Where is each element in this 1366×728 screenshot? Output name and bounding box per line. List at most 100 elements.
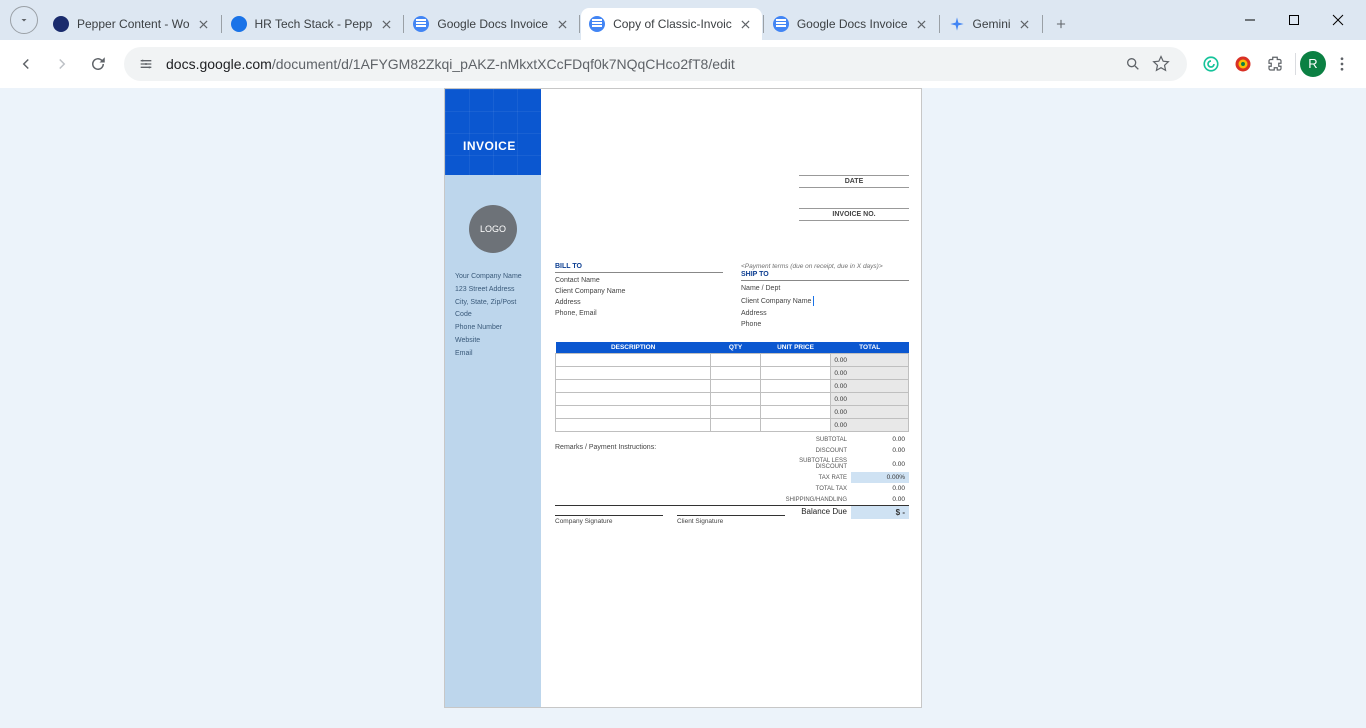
tab-title: Google Docs Invoice xyxy=(797,17,908,31)
tab-strip: Pepper Content - Wo HR Tech Stack - Pepp… xyxy=(0,0,1366,40)
bill-address: Address xyxy=(555,299,723,306)
totaltax-label: TOTAL TAX xyxy=(773,484,851,494)
payment-terms: <Payment terms (due on receipt, due in X… xyxy=(741,263,909,270)
table-row[interactable]: 0.00 xyxy=(556,393,909,406)
tab-copy-classic-invoice[interactable]: Copy of Classic-Invoic xyxy=(581,8,762,40)
tab-pepper-content[interactable]: Pepper Content - Wo xyxy=(45,8,220,40)
close-icon[interactable] xyxy=(738,16,754,32)
shipping-label: SHIPPING/HANDLING xyxy=(773,495,851,505)
subtotal-value: 0.00 xyxy=(851,434,909,445)
subless-label: SUBTOTAL LESS DISCOUNT xyxy=(773,456,851,472)
ship-name: Name / Dept xyxy=(741,285,909,292)
company-name: Your Company Name xyxy=(455,271,531,282)
tab-separator xyxy=(221,15,222,33)
bill-contact: Contact Name xyxy=(555,277,723,284)
close-icon[interactable] xyxy=(914,16,930,32)
ship-to-heading: SHIP TO xyxy=(741,271,909,281)
company-info[interactable]: Your Company Name 123 Street Address Cit… xyxy=(445,271,541,359)
ship-to-block[interactable]: <Payment terms (due on receipt, due in X… xyxy=(741,263,909,332)
remarks-label[interactable]: Remarks / Payment Instructions: xyxy=(555,444,675,451)
address-bar[interactable]: docs.google.com/document/d/1AFYGM82Zkqi_… xyxy=(124,47,1187,81)
tab-separator xyxy=(1042,15,1043,33)
document-page[interactable]: INVOICE LOGO Your Company Name 123 Stree… xyxy=(444,88,922,708)
search-tabs-button[interactable] xyxy=(10,6,38,34)
th-total: TOTAL xyxy=(831,342,909,354)
extensions-icon[interactable] xyxy=(1259,48,1291,80)
invoice-header-block: INVOICE xyxy=(445,89,541,175)
client-signature: Client Signature xyxy=(677,515,785,525)
company-signature: Company Signature xyxy=(555,515,663,525)
table-row[interactable]: 0.00 xyxy=(556,419,909,432)
bookmark-icon[interactable] xyxy=(1147,50,1175,78)
company-website: Website xyxy=(455,335,531,346)
company-csz: City, State, Zip/Post Code xyxy=(455,297,531,319)
extension-badge-icon[interactable] xyxy=(1227,48,1259,80)
tab-separator xyxy=(579,15,580,33)
taxrate-label: TAX RATE xyxy=(773,473,851,483)
invoice-sidebar: INVOICE LOGO Your Company Name 123 Stree… xyxy=(445,89,541,707)
tab-title: Gemini xyxy=(973,17,1011,31)
th-description: DESCRIPTION xyxy=(556,342,711,354)
window-controls xyxy=(1228,0,1360,40)
tab-gemini[interactable]: Gemini xyxy=(941,8,1041,40)
th-qty: QTY xyxy=(711,342,760,354)
totaltax-value: 0.00 xyxy=(851,483,909,494)
tab-title: Pepper Content - Wo xyxy=(77,17,190,31)
globe-icon xyxy=(231,16,247,32)
shipping-value: 0.00 xyxy=(851,494,909,505)
back-button[interactable] xyxy=(8,46,44,82)
docs-icon xyxy=(773,16,789,32)
subtotal-label: SUBTOTAL xyxy=(773,435,851,445)
ship-company: Client Company Name xyxy=(741,296,909,306)
close-window-button[interactable] xyxy=(1316,4,1360,36)
ship-address: Address xyxy=(741,310,909,317)
tab-title: HR Tech Stack - Pepp xyxy=(255,17,373,31)
gemini-icon xyxy=(949,16,965,32)
docs-icon xyxy=(413,16,429,32)
subless-value: 0.00 xyxy=(851,459,909,470)
tab-docs-invoice-1[interactable]: Google Docs Invoice xyxy=(405,8,578,40)
ship-phone: Phone xyxy=(741,321,909,328)
close-icon[interactable] xyxy=(196,16,212,32)
logo-placeholder[interactable]: LOGO xyxy=(469,205,517,253)
tab-hr-tech-stack[interactable]: HR Tech Stack - Pepp xyxy=(223,8,403,40)
table-row[interactable]: 0.00 xyxy=(556,354,909,367)
invoice-no-label[interactable]: INVOICE NO. xyxy=(799,208,909,221)
site-info-icon[interactable] xyxy=(136,54,156,74)
table-row[interactable]: 0.00 xyxy=(556,406,909,419)
forward-button[interactable] xyxy=(44,46,80,82)
docs-icon xyxy=(589,16,605,32)
balance-value: $ - xyxy=(851,506,909,519)
bill-to-heading: BILL TO xyxy=(555,263,723,273)
company-address: 123 Street Address xyxy=(455,284,531,295)
table-row[interactable]: 0.00 xyxy=(556,367,909,380)
tab-separator xyxy=(763,15,764,33)
kebab-menu-icon[interactable] xyxy=(1326,48,1358,80)
table-row[interactable]: 0.00 xyxy=(556,380,909,393)
toolbar-separator xyxy=(1295,53,1296,75)
minimize-button[interactable] xyxy=(1228,4,1272,36)
text-cursor xyxy=(813,296,814,306)
close-icon[interactable] xyxy=(554,16,570,32)
taxrate-value: 0.00% xyxy=(851,472,909,483)
date-label[interactable]: DATE xyxy=(799,175,909,188)
profile-avatar[interactable]: R xyxy=(1300,51,1326,77)
globe-icon xyxy=(53,16,69,32)
bill-to-block[interactable]: BILL TO Contact Name Client Company Name… xyxy=(555,263,723,332)
maximize-button[interactable] xyxy=(1272,4,1316,36)
close-icon[interactable] xyxy=(1017,16,1033,32)
company-email: Email xyxy=(455,348,531,359)
tab-docs-invoice-2[interactable]: Google Docs Invoice xyxy=(765,8,938,40)
line-items-table[interactable]: DESCRIPTION QTY UNIT PRICE TOTAL 0.00 0.… xyxy=(555,342,909,432)
bill-phone-email: Phone, Email xyxy=(555,310,723,317)
invoice-main[interactable]: DATE INVOICE NO. BILL TO Contact Name Cl… xyxy=(541,89,921,707)
zoom-icon[interactable] xyxy=(1119,50,1147,78)
browser-toolbar: docs.google.com/document/d/1AFYGM82Zkqi_… xyxy=(0,40,1366,88)
new-tab-button[interactable] xyxy=(1047,10,1075,38)
grammarly-icon[interactable] xyxy=(1195,48,1227,80)
discount-label: DISCOUNT xyxy=(773,446,851,456)
reload-button[interactable] xyxy=(80,46,116,82)
document-canvas[interactable]: INVOICE LOGO Your Company Name 123 Stree… xyxy=(0,88,1366,728)
bill-company: Client Company Name xyxy=(555,288,723,295)
close-icon[interactable] xyxy=(378,16,394,32)
